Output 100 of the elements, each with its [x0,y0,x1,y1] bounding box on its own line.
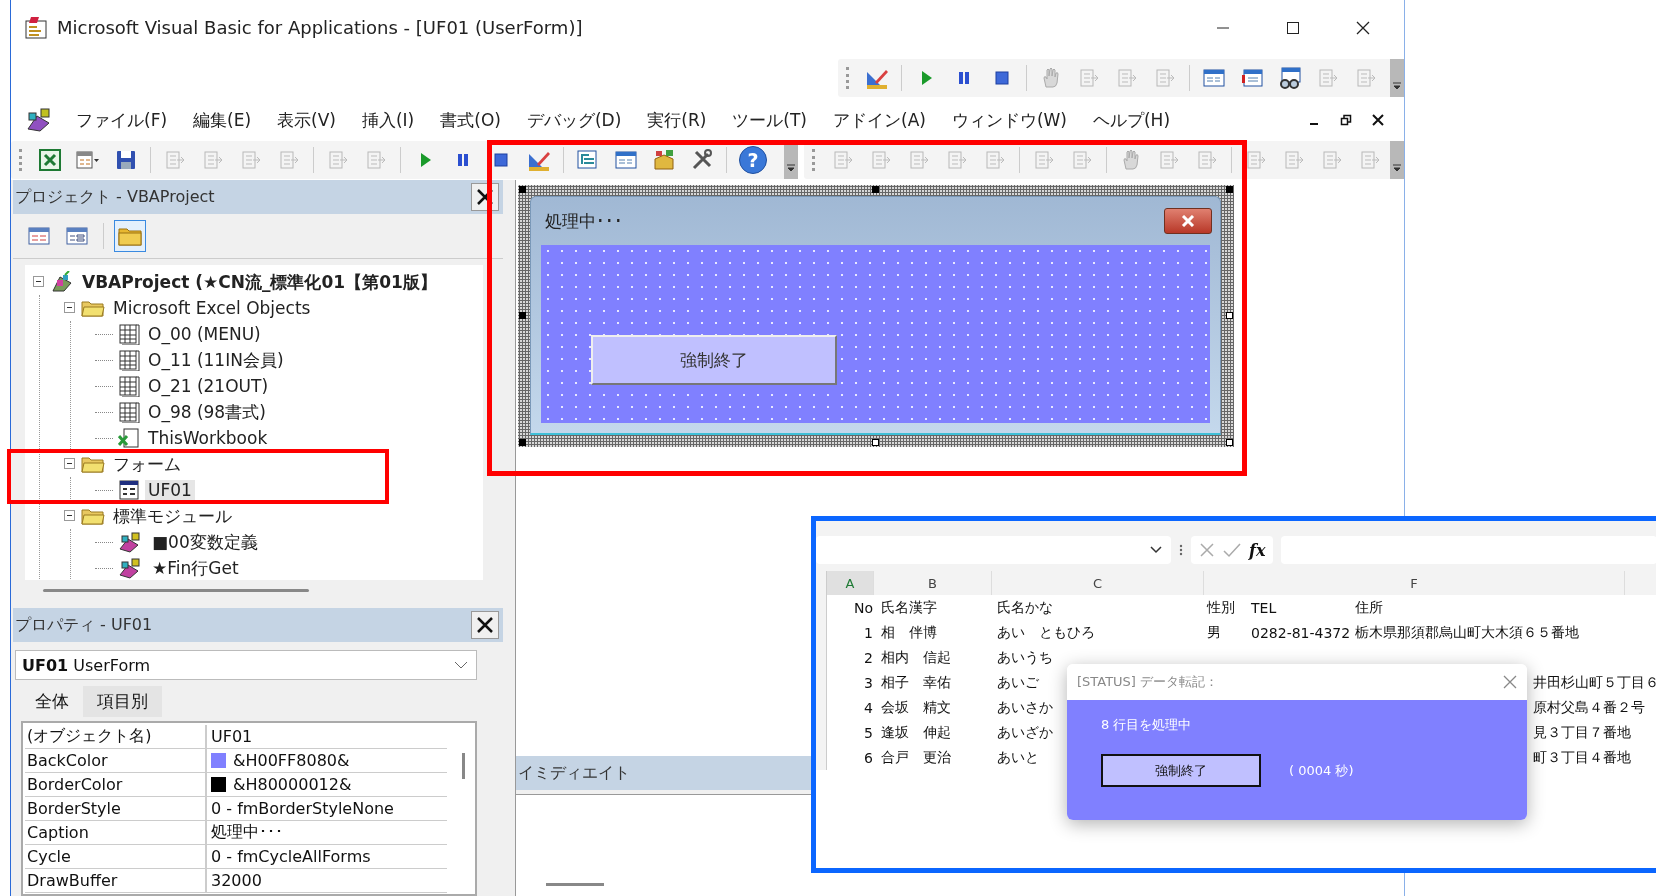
check-icon[interactable] [1223,542,1241,558]
menu-item[interactable]: 書式(O) [427,108,514,132]
menu-item[interactable]: ウィンドウ(W) [938,108,1080,132]
property-value[interactable]: 0 - fmBorderStyleNone [211,799,394,818]
resize-handle[interactable] [519,312,526,319]
properties-tab[interactable]: 項目別 [83,686,162,717]
property-value[interactable]: &H00FF8080& [233,751,350,770]
scrollbar-thumb[interactable] [43,588,309,592]
table-cell: 住所 [1355,598,1383,615]
form-window-icon [66,226,88,246]
properties-window-icon[interactable] [614,148,638,172]
maximize-icon[interactable] [1285,19,1301,36]
restore-icon[interactable] [1340,114,1352,126]
property-value[interactable]: 0 - fmCycleAllForms [211,847,371,866]
toolbar-overflow-button[interactable] [1390,58,1404,97]
table-cell: 井田杉山町５丁目６ [1533,673,1656,690]
save-icon[interactable] [114,148,138,172]
menu-item[interactable]: ツール(T) [719,108,820,132]
close-button[interactable] [471,611,499,639]
resize-handle[interactable] [1226,186,1233,193]
table-cell: 4 [864,699,873,716]
column-header[interactable]: C [992,571,1204,595]
pane-title: プロパティ - UF01 [15,614,153,636]
table-cell: 見３丁目７番地 [1533,723,1631,740]
collapse-toggle-icon[interactable] [33,276,44,287]
tree-item[interactable]: ■00変数定義 [149,530,261,554]
close-icon[interactable] [1372,114,1384,126]
vba-logo-icon [25,107,53,133]
row-header[interactable] [816,745,827,770]
watch-window-icon[interactable] [1278,65,1302,90]
tree-item[interactable]: ThisWorkbook [145,428,271,448]
close-icon [1179,215,1197,227]
menu-item[interactable]: 実行(R) [634,108,720,132]
column-header[interactable]: F [1204,571,1625,595]
property-value[interactable]: 32000 [211,871,262,890]
table-cell: 氏名漢字 [881,598,937,615]
form-icon [118,479,140,501]
property-value[interactable]: UF01 [211,727,253,746]
table-cell: No [853,599,873,616]
tree-item[interactable]: O_00 (MENU) [145,324,264,344]
pane-title: プロジェクト - VBAProject [15,186,215,208]
insert-form-icon[interactable] [76,148,100,172]
tree-item[interactable]: Microsoft Excel Objects [110,298,314,318]
menu-item[interactable]: ヘルプ(H) [1080,108,1184,132]
table-cell: 相内 信起 [881,648,951,665]
close-icon[interactable] [1355,19,1371,36]
command-button[interactable]: 強制終了 [591,335,837,385]
elapsed-time: ( 0004 秒) [1289,761,1354,780]
tree-item[interactable]: フォーム [110,452,184,476]
worksheet-icon [118,401,140,423]
tree-item[interactable]: O_21 (21OUT) [145,376,272,396]
project-icon [50,271,74,293]
resize-handle[interactable] [519,439,526,446]
toggle-folders-button[interactable] [114,220,146,252]
menu-item[interactable]: 表示(V) [264,108,349,132]
collapse-toggle-icon[interactable] [64,458,75,469]
table-cell: 0282-81-4372 [1251,624,1351,641]
menu-item[interactable]: 挿入(I) [348,108,428,132]
collapse-toggle-icon[interactable] [64,302,75,313]
menu-item[interactable]: 編集(E) [180,108,265,132]
toolbar-overflow-button[interactable] [1390,141,1404,179]
object-dropdown[interactable]: UF01 UserForm [15,650,477,680]
workbook-icon [118,427,140,449]
resize-handle[interactable] [1226,439,1233,446]
scrollbar-thumb[interactable] [462,753,465,779]
insert-function-button[interactable]: fx [1249,540,1266,560]
resize-handle[interactable] [872,439,879,446]
property-value[interactable]: &H80000012& [233,775,352,794]
stop-button[interactable]: 強制終了 [1101,754,1261,787]
tree-item[interactable]: O_11 (11IN会員) [145,348,287,372]
menu-item[interactable]: アドイン(A) [820,108,939,132]
collapse-toggle-icon[interactable] [64,510,75,521]
help-button[interactable]: ? [739,146,767,174]
cancel-icon[interactable] [1199,542,1215,558]
spreadsheet-icon[interactable] [38,148,62,172]
dialog-title: [STATUS] データ転記： [1077,673,1219,691]
project-explorer-icon[interactable] [576,148,600,172]
column-header[interactable]: A [827,571,874,595]
menu-item[interactable]: デバッグ(D) [513,108,635,132]
tree-item[interactable]: VBAProject (★CN流_標準化01【第01版】 [79,270,440,294]
column-header[interactable]: B [874,571,992,595]
menu-item[interactable]: ファイル(F) [63,108,181,132]
folder-icon [118,226,142,246]
tree-item[interactable]: UF01 [145,480,195,500]
close-button[interactable] [1164,208,1212,234]
property-name: DrawBuffer [25,869,207,892]
resize-handle[interactable] [872,186,879,193]
pane-title: イミディエイト [518,762,630,784]
property-name: BorderColor [25,773,207,796]
resize-handle[interactable] [1226,312,1233,319]
tree-item[interactable]: 標準モジュール [110,504,235,528]
property-value[interactable]: 処理中･･･ [211,822,283,843]
tools-icon[interactable] [690,148,714,172]
tree-item[interactable]: O_98 (98書式) [145,400,269,424]
more-options-icon [1179,543,1183,557]
table-cell: 合戸 更治 [881,748,951,765]
overflow-arrow-icon [1392,161,1402,173]
resize-handle[interactable] [519,186,526,193]
toolbox-icon[interactable] [652,148,676,172]
tree-item[interactable]: ★Fin行Get [149,556,242,580]
